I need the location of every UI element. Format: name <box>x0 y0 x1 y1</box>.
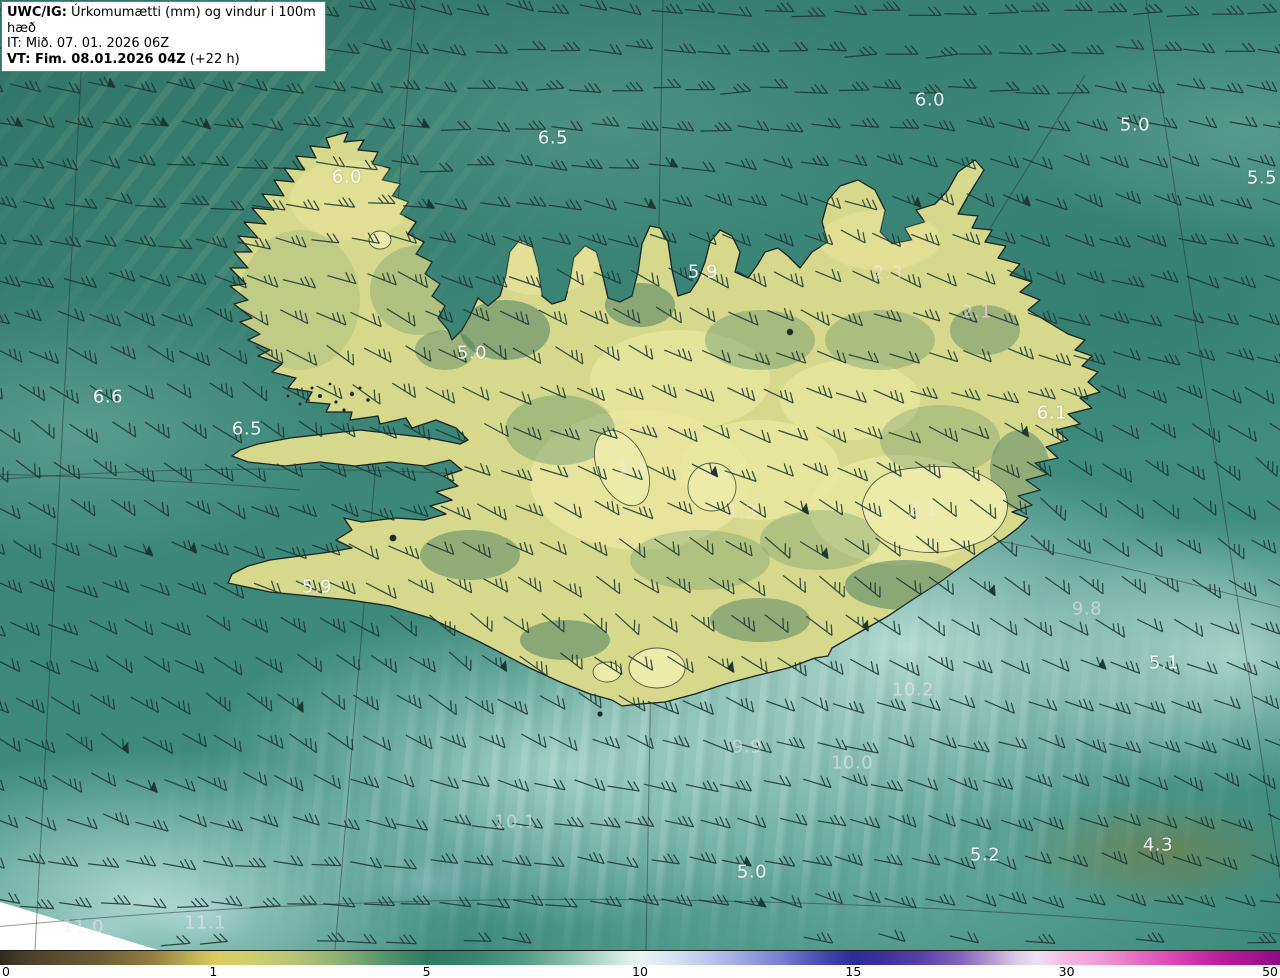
wind-barb-strokes <box>0 0 1280 947</box>
colorbar-tick: 15 <box>845 964 862 978</box>
product-label: UWC/IG: <box>7 5 67 20</box>
map-area: 6.0 6.5 6.0 5.0 5.5 5.9 2.3 2.1 5.0 6.6 6.5 6.1 1.4 1… <box>0 0 1280 950</box>
title-line-product: UWC/IG: Úrkomumætti (mm) og vindur i 100… <box>7 5 319 36</box>
colorbar-tick-labels: 0 1 5 10 15 30 50 <box>0 965 1280 978</box>
colorbar-tick: 30 <box>1058 964 1075 978</box>
precip-colorbar <box>0 950 1280 965</box>
colorbar-tick: 1 <box>209 964 218 978</box>
map-corner-wedge <box>0 902 158 950</box>
title-box: UWC/IG: Úrkomumætti (mm) og vindur i 100… <box>1 1 326 72</box>
colorbar-tick: 5 <box>422 964 431 978</box>
title-line-valid: VT: Fim. 08.01.2026 04Z (+22 h) <box>7 52 319 68</box>
colorbar-tick: 50 <box>1262 964 1278 978</box>
valid-time: VT: Fim. 08.01.2026 04Z <box>7 51 186 67</box>
map-vector-layer <box>0 0 1280 950</box>
colorbar-tick: 0 <box>2 964 10 978</box>
wind-barbs-layer <box>0 0 1280 947</box>
valid-offset: (+22 h) <box>185 51 240 67</box>
title-line-init: IT: Mið. 07. 01. 2026 06Z <box>7 36 170 51</box>
weather-map-screen: 6.0 6.5 6.0 5.0 5.5 5.9 2.3 2.1 5.0 6.6 6.5 6.1 1.4 1… <box>0 0 1280 978</box>
colorbar-tick: 10 <box>632 964 648 978</box>
